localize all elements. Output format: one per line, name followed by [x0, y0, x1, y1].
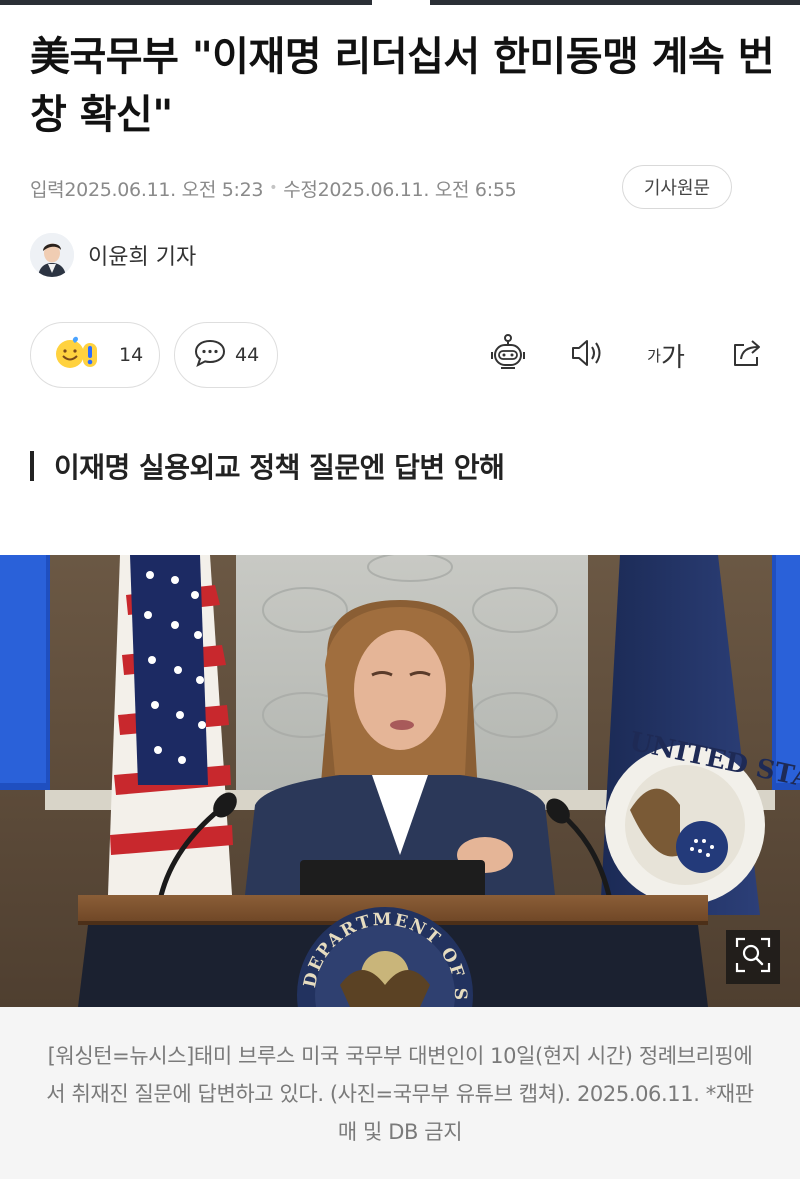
- font-size-button[interactable]: 가가: [643, 332, 689, 378]
- reporter-info[interactable]: 이윤희 기자: [30, 232, 196, 278]
- comment-icon: [193, 338, 227, 372]
- photo-caption-box: [워싱턴=뉴시스]태미 브루스 미국 국무부 대변인이 10일(현지 시간) 정…: [0, 1007, 800, 1179]
- font-size-large-label: 가: [660, 342, 685, 373]
- reporter-name: 이윤희 기자: [88, 245, 197, 270]
- article-meta: 입력 2025.06.11. 오전 5:23 • 수정 2025.06.11. …: [30, 168, 517, 208]
- input-label: 입력: [30, 178, 65, 201]
- reaction-button[interactable]: 14: [30, 322, 160, 388]
- input-datetime: 2025.06.11. 오전 5:23: [64, 178, 264, 201]
- summary-bot-button[interactable]: [485, 332, 531, 378]
- reaction-emoji-icon: [51, 335, 111, 375]
- text-to-speech-button[interactable]: [564, 332, 610, 378]
- font-size-small-label: 가: [647, 346, 661, 365]
- reporter-avatar: [30, 233, 74, 277]
- photo-caption: [워싱턴=뉴시스]태미 브루스 미국 국무부 대변인이 10일(현지 시간) 정…: [46, 1044, 754, 1144]
- article-subheadline: 이재명 실용외교 정책 질문엔 답변 안해: [30, 445, 505, 487]
- comment-button[interactable]: 44: [174, 322, 278, 388]
- meta-separator: •: [269, 180, 278, 196]
- share-button[interactable]: [724, 332, 770, 378]
- top-progress-bar: [0, 0, 800, 5]
- subheadline-bar: [30, 451, 34, 481]
- subheadline-text: 이재명 실용외교 정책 질문엔 답변 안해: [54, 451, 505, 484]
- speaker-icon: [567, 333, 607, 377]
- magnify-zoom-icon: [734, 936, 772, 978]
- share-icon: [727, 333, 767, 377]
- reaction-count: 14: [119, 344, 144, 366]
- scroll-indicator: [372, 0, 430, 5]
- robot-summary-icon: [487, 332, 529, 378]
- photo-zoom-button[interactable]: [726, 930, 780, 984]
- article-photo[interactable]: UNITED STATES DEPARTMENT OF S: [0, 555, 800, 1007]
- modified-label: 수정: [283, 178, 318, 201]
- modified-datetime: 2025.06.11. 오전 6:55: [317, 178, 517, 201]
- original-article-button[interactable]: 기사원문: [622, 165, 732, 209]
- comment-count: 44: [235, 344, 260, 366]
- article-headline: 美국무부 "이재명 리더십서 한미동맹 계속 번창 확신": [30, 34, 775, 138]
